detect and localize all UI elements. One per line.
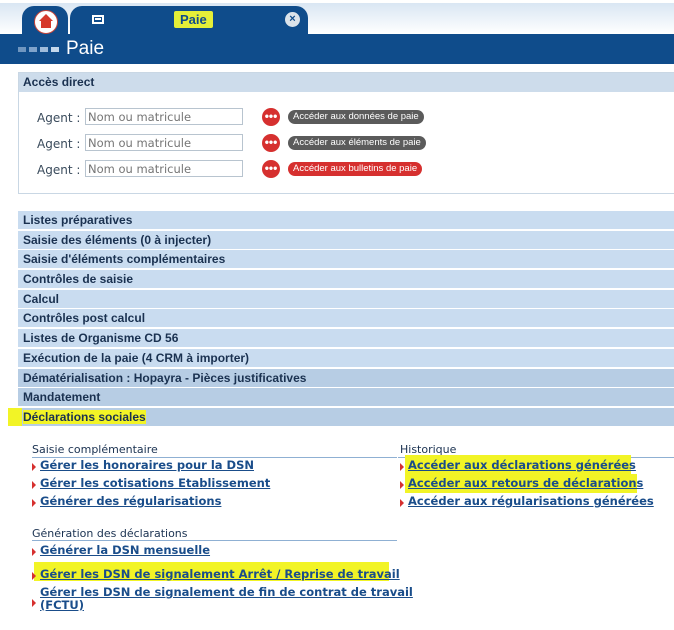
acceder-elements-paie-button[interactable]: Accéder aux éléments de paie <box>288 136 426 150</box>
page-title: Paie <box>66 38 105 59</box>
menu-saisie-complementaires[interactable]: Saisie d'éléments complémentaires <box>18 250 674 268</box>
bullet-arrow-icon <box>32 499 36 507</box>
generer-regularisations-link[interactable]: Générer des régularisations <box>40 494 221 508</box>
header-square-icon <box>40 47 48 52</box>
agent-label: Agent : <box>37 137 81 151</box>
bullet-arrow-icon <box>32 572 36 580</box>
menu-controles-post-calcul[interactable]: Contrôles post calcul <box>18 309 674 327</box>
tab-paie-label: Paie <box>174 11 213 28</box>
tab-paie[interactable]: Paie × <box>70 6 308 34</box>
acceder-retours-declarations-link[interactable]: Accéder aux retours de déclarations <box>408 476 643 490</box>
bullet-arrow-icon <box>32 481 36 489</box>
agent-search-input[interactable] <box>85 108 243 125</box>
agent-lookup-icon[interactable]: ••• <box>262 134 280 152</box>
menu-listes-preparatives[interactable]: Listes préparatives <box>18 211 674 229</box>
agent-lookup-icon[interactable]: ••• <box>262 160 280 178</box>
page-header: Paie <box>0 34 674 64</box>
home-icon <box>34 10 58 34</box>
agent-search-input[interactable] <box>85 134 243 151</box>
header-square-icon <box>29 47 37 52</box>
agent-label: Agent : <box>37 163 81 177</box>
acceder-regularisations-generees-link[interactable]: Accéder aux régularisations générées <box>408 494 654 508</box>
menu-declarations-sociales-label: Déclarations sociales <box>23 410 146 424</box>
menu-calcul[interactable]: Calcul <box>18 290 674 308</box>
menu-controles-saisie[interactable]: Contrôles de saisie <box>18 270 674 288</box>
generation-declarations-title: Génération des déclarations <box>32 527 188 540</box>
bullet-arrow-icon <box>32 548 36 556</box>
close-tab-icon[interactable]: × <box>285 12 300 27</box>
gerer-cotisations-link[interactable]: Gérer les cotisations Etablissement <box>40 476 270 490</box>
menu-listes-organisme[interactable]: Listes de Organisme CD 56 <box>18 329 674 347</box>
bullet-arrow-icon <box>32 463 36 471</box>
gerer-dsn-fin-contrat-link[interactable]: Gérer les DSN de signalement de fin de c… <box>40 585 413 599</box>
bullet-arrow-icon <box>400 463 404 471</box>
acces-direct-panel: Accès direct Agent : ••• Accéder aux don… <box>18 72 674 194</box>
gerer-honoraires-dsn-link[interactable]: Gérer les honoraires pour la DSN <box>40 458 254 472</box>
agent-lookup-icon[interactable]: ••• <box>262 108 280 126</box>
tab-strip: Paie × <box>0 0 674 34</box>
fctu-link[interactable]: (FCTU) <box>40 598 84 612</box>
bullet-arrow-icon <box>32 599 36 607</box>
acceder-donnees-paie-button[interactable]: Accéder aux données de paie <box>288 110 424 124</box>
bullet-arrow-icon <box>400 481 404 489</box>
header-square-icon <box>18 47 26 52</box>
menu-execution-paie[interactable]: Exécution de la paie (4 CRM à importer) <box>18 349 674 367</box>
menu-declarations-sociales[interactable]: Déclarations sociales <box>18 408 674 426</box>
window-icon <box>92 15 104 24</box>
highlight-marker <box>8 408 22 426</box>
agent-search-input[interactable] <box>85 160 243 177</box>
section-divider <box>32 540 397 541</box>
gerer-dsn-arret-reprise-link[interactable]: Gérer les DSN de signalement Arrêt / Rep… <box>40 567 400 581</box>
menu-saisie-elements[interactable]: Saisie des éléments (0 à injecter) <box>18 231 674 249</box>
header-square-icon <box>51 47 59 52</box>
agent-label: Agent : <box>37 111 81 125</box>
bullet-arrow-icon <box>400 499 404 507</box>
acces-direct-title: Accès direct <box>19 73 674 92</box>
menu-mandatement[interactable]: Mandatement <box>18 388 674 406</box>
acceder-declarations-generees-link[interactable]: Accéder aux déclarations générées <box>408 458 636 472</box>
generer-dsn-mensuelle-link[interactable]: Générer la DSN mensuelle <box>40 543 210 557</box>
acceder-bulletins-paie-button[interactable]: Accéder aux bulletins de paie <box>288 162 423 176</box>
menu-dematerialisation[interactable]: Dématérialisation : Hopayra - Pièces jus… <box>18 369 674 387</box>
saisie-complementaire-title: Saisie complémentaire <box>32 443 158 456</box>
tab-home[interactable] <box>22 6 68 34</box>
